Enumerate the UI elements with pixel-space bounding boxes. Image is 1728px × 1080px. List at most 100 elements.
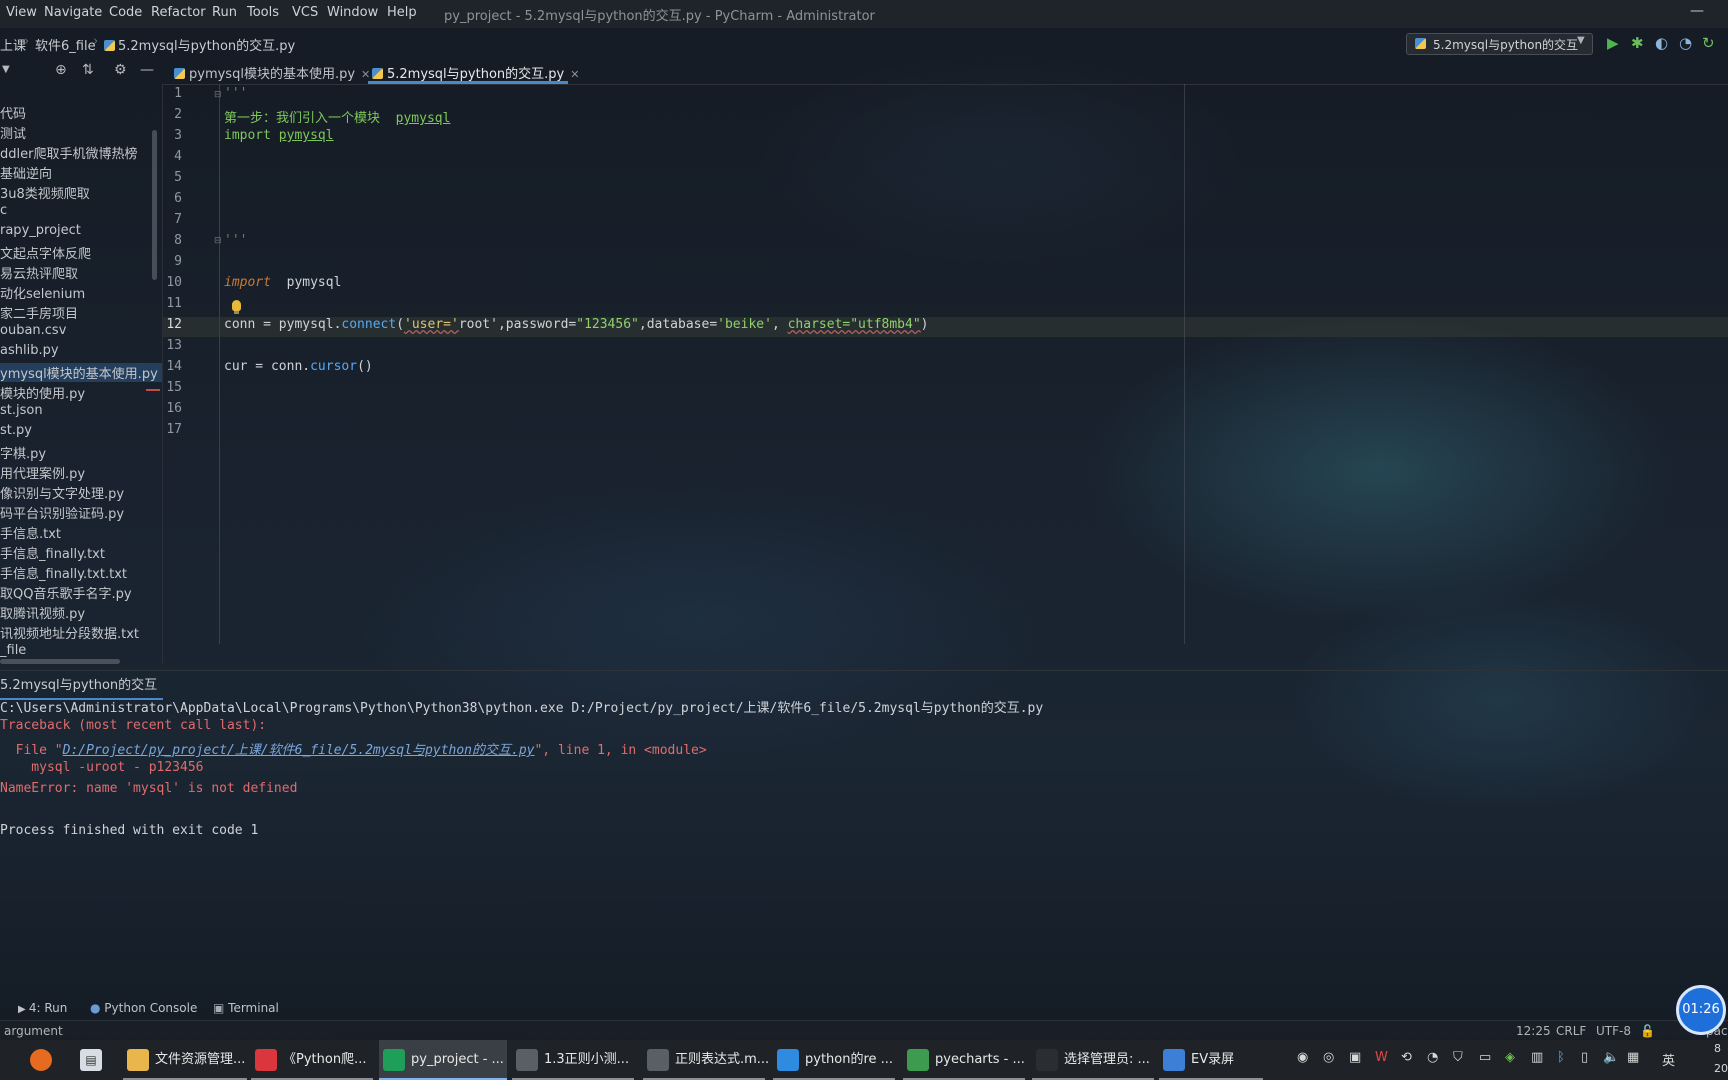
display-tray-icon[interactable]: ▥ [1531, 1050, 1543, 1065]
tree-item[interactable]: 字棋.py [0, 443, 46, 462]
menu-view[interactable]: View [6, 5, 37, 20]
breadcrumb-file[interactable]: 5.2mysql与python的交互.py [104, 35, 295, 54]
breadcrumb-subfolder[interactable]: 软件6_file [35, 35, 96, 54]
menu-code[interactable]: Code [109, 5, 142, 20]
fold-icon[interactable]: ⊟ [214, 236, 222, 246]
tree-item[interactable]: 代码 [0, 103, 26, 122]
fold-icon[interactable]: ⊟ [214, 90, 222, 100]
menu-refactor[interactable]: Refactor [151, 5, 206, 20]
line-separator[interactable]: CRLF [1556, 1024, 1586, 1038]
tree-item[interactable]: ymysql模块的基本使用.py [0, 363, 162, 382]
tree-item[interactable]: 像识别与文字处理.py [0, 483, 124, 502]
coverage-icon[interactable]: ◐ [1655, 34, 1668, 52]
taskbar-item[interactable]: 选择管理员: ... [1032, 1040, 1154, 1080]
nvidia-tray-icon[interactable]: ◈ [1505, 1050, 1515, 1065]
tree-item[interactable]: 用代理案例.py [0, 463, 85, 482]
tree-item[interactable]: c [0, 203, 7, 222]
hide-icon[interactable]: — [140, 62, 154, 78]
shield-icon[interactable]: ⛉ [1453, 1050, 1463, 1065]
profile-icon[interactable]: ◔ [1679, 34, 1692, 52]
tree-item[interactable]: 易云热评爬取 [0, 263, 78, 282]
monitor-tray-icon[interactable]: ▭ [1479, 1050, 1491, 1065]
minimize-icon[interactable]: — [1690, 3, 1704, 19]
tree-horizontal-scrollbar[interactable] [0, 659, 120, 664]
collapse-icon[interactable]: ⇅ [82, 62, 94, 78]
chevron-down-icon[interactable]: ▼ [2, 64, 10, 75]
usb-tray-icon[interactable]: ▯ [1581, 1050, 1588, 1065]
tree-item[interactable]: st.json [0, 403, 43, 422]
tree-item[interactable]: 基础逆向 [0, 163, 52, 182]
tool-tab-terminal[interactable]: ▣ Terminal [213, 1001, 279, 1015]
debug-icon[interactable]: ✱ [1631, 34, 1644, 52]
image-tray-icon[interactable]: ▣ [1349, 1050, 1361, 1065]
tree-item[interactable]: 3u8类视频爬取 [0, 183, 90, 202]
bluetooth-icon[interactable]: ᛒ [1557, 1050, 1565, 1065]
network-icon[interactable]: ▦ [1627, 1050, 1639, 1065]
taskbar-item[interactable]: python的re ... [773, 1040, 895, 1080]
close-icon[interactable]: ✕ [570, 68, 579, 81]
tree-item[interactable]: st.py [0, 423, 32, 442]
tree-item[interactable]: 家二手房项目 [0, 303, 78, 322]
menu-help[interactable]: Help [387, 5, 417, 20]
tool-tab-python-console[interactable]: ● Python Console [90, 1001, 197, 1015]
wps-tray-icon[interactable]: W [1375, 1050, 1388, 1065]
pinned-app-icon[interactable]: ▤ [80, 1040, 110, 1080]
code-line-10[interactable]: import pymysql [224, 275, 341, 290]
run-icon[interactable]: ▶ [1607, 34, 1619, 52]
tree-item[interactable]: 码平台识别验证码.py [0, 503, 124, 522]
tree-item[interactable]: 文起点字体反爬 [0, 243, 91, 262]
tree-item[interactable]: 动化selenium [0, 283, 85, 302]
sync-tray-icon[interactable]: ⟲ [1401, 1050, 1412, 1065]
file-encoding[interactable]: UTF-8 [1596, 1024, 1631, 1038]
concurrency-icon[interactable]: ↻ [1702, 34, 1715, 52]
dashboard-tray-icon[interactable]: ◔ [1427, 1050, 1438, 1065]
caret-position[interactable]: 12:25 [1516, 1024, 1551, 1038]
tree-item[interactable]: 取腾讯视频.py [0, 603, 85, 622]
clock-time[interactable]: 8 [1714, 1042, 1721, 1055]
close-icon[interactable]: ✕ [361, 68, 370, 81]
code-line-8[interactable]: ''' [224, 233, 247, 248]
edge-tray-icon[interactable]: ◉ [1297, 1050, 1308, 1065]
gear-icon[interactable]: ⚙ [114, 62, 127, 78]
code-line-2[interactable]: 第一步：我们引入一个模块 pymysql [224, 107, 450, 126]
breadcrumb-folder[interactable]: 上课 [0, 35, 26, 54]
tab-mysql-python[interactable]: 5.2mysql与python的交互.py ✕ [372, 63, 579, 89]
taskbar-item[interactable]: EV录屏 [1159, 1040, 1263, 1080]
run-panel-tab[interactable]: 5.2mysql与python的交互 [0, 670, 164, 700]
ime-indicator[interactable]: 英 [1662, 1050, 1675, 1069]
chrome-tray-icon[interactable]: ◎ [1323, 1050, 1334, 1065]
tree-item[interactable]: ouban.csv [0, 323, 66, 342]
menu-window[interactable]: Window [327, 5, 378, 20]
tree-item[interactable]: 手信息_finally.txt.txt [0, 563, 127, 582]
lightbulb-icon[interactable] [232, 300, 241, 311]
menu-vcs[interactable]: VCS [292, 5, 318, 20]
taskbar-item[interactable]: 文件资源管理... [123, 1040, 247, 1080]
tree-item[interactable]: ashlib.py [0, 343, 59, 362]
locate-icon[interactable]: ⊕ [55, 62, 67, 78]
tab-pymysql-basic[interactable]: pymysql模块的基本使用.py ✕ [174, 63, 370, 89]
clock-date[interactable]: 202 [1714, 1062, 1728, 1075]
tool-tab-run[interactable]: ▶ 4: Run [18, 1001, 67, 1015]
lock-icon[interactable]: 🔓 [1640, 1024, 1655, 1038]
taskbar-item[interactable]: 《Python爬... [251, 1040, 373, 1080]
firefox-icon[interactable] [30, 1040, 60, 1080]
tree-item[interactable]: 手信息_finally.txt [0, 543, 105, 562]
code-line-12[interactable]: conn = pymysql.connect('user='root',pass… [224, 317, 929, 332]
tree-item[interactable]: ddler爬取手机微博热榜 [0, 143, 137, 162]
code-line-14[interactable]: cur = conn.cursor() [224, 359, 373, 374]
taskbar-item[interactable]: pyecharts - ... [903, 1040, 1025, 1080]
taskbar-item[interactable]: 正则表达式.m... [643, 1040, 769, 1080]
recording-timer[interactable]: 01:26 [1676, 985, 1726, 1035]
tree-item[interactable]: 模块的使用.py [0, 383, 85, 402]
tree-item[interactable]: rapy_project [0, 223, 81, 242]
tree-item[interactable]: 手信息.txt [0, 523, 61, 542]
tree-item[interactable]: 取QQ音乐歌手名字.py [0, 583, 132, 602]
code-line-1[interactable]: ''' [224, 86, 247, 101]
menu-navigate[interactable]: Navigate [44, 5, 102, 20]
code-line-3[interactable]: import pymysql [224, 128, 334, 143]
taskbar-item[interactable]: 1.3正则小测... [512, 1040, 634, 1080]
run-configuration-select[interactable]: 5.2mysql与python的交互 ▼ [1406, 33, 1593, 55]
menu-tools[interactable]: Tools [247, 5, 279, 20]
tree-item[interactable]: 讯视频地址分段数据.txt [0, 623, 139, 642]
volume-icon[interactable]: 🔈 [1603, 1050, 1619, 1065]
